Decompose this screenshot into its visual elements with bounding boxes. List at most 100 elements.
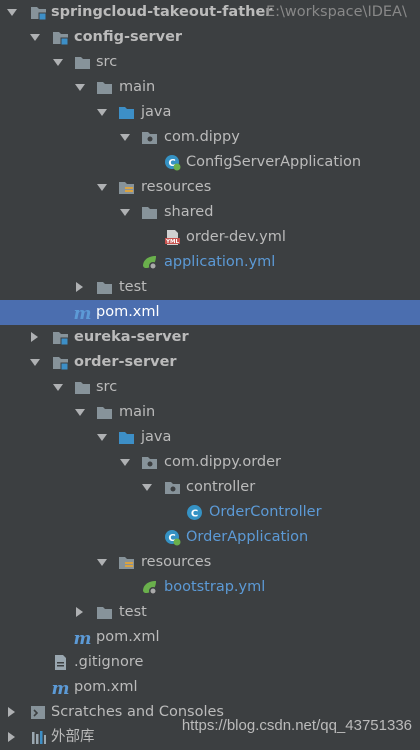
chevron-down-icon[interactable] bbox=[29, 350, 41, 375]
chevron-down-icon[interactable] bbox=[52, 375, 64, 400]
scratches-icon bbox=[30, 704, 47, 721]
package-icon bbox=[164, 479, 181, 496]
tree-node-application-yml[interactable]: application.yml bbox=[0, 250, 420, 275]
chevron-down-icon[interactable] bbox=[6, 0, 18, 25]
spring-config-file-icon bbox=[141, 579, 158, 596]
folder-icon bbox=[74, 54, 91, 71]
chevron-down-icon[interactable] bbox=[119, 200, 131, 225]
folder-label: main bbox=[119, 79, 156, 95]
maven-pom-icon bbox=[74, 304, 91, 321]
folder-icon bbox=[96, 279, 113, 296]
package-icon bbox=[141, 454, 158, 471]
package-label: com.dippy.order bbox=[164, 454, 282, 470]
file-label: application.yml bbox=[164, 254, 276, 270]
folder-icon bbox=[96, 604, 113, 621]
tree-node-eureka-server[interactable]: eureka-server bbox=[0, 325, 420, 350]
tree-node-src[interactable]: src bbox=[0, 50, 420, 75]
tree-node-main[interactable]: main bbox=[0, 75, 420, 100]
tree-node-resources[interactable]: resources bbox=[0, 175, 420, 200]
file-label: order-dev.yml bbox=[186, 229, 286, 245]
folder-label: test bbox=[119, 604, 147, 620]
root-module-label: springcloud-takeout-father bbox=[51, 4, 273, 20]
source-root-folder-icon bbox=[118, 429, 135, 446]
folder-label: src bbox=[96, 379, 118, 395]
module-folder-icon bbox=[30, 4, 47, 21]
folder-icon bbox=[96, 404, 113, 421]
class-label: OrderApplication bbox=[186, 529, 309, 545]
folder-label: resources bbox=[141, 179, 212, 195]
chevron-down-icon[interactable] bbox=[141, 475, 153, 500]
class-label: ConfigServerApplication bbox=[186, 154, 362, 170]
watermark: https://blog.csdn.net/qq_43751336 bbox=[181, 717, 412, 734]
maven-pom-icon bbox=[74, 629, 91, 646]
tree-node-resources[interactable]: resources bbox=[0, 550, 420, 575]
tree-node-order-server[interactable]: order-server bbox=[0, 350, 420, 375]
chevron-right-icon[interactable] bbox=[74, 275, 86, 300]
chevron-down-icon[interactable] bbox=[96, 100, 108, 125]
tree-node-root-pom-xml[interactable]: pom.xml bbox=[0, 675, 420, 700]
chevron-down-icon[interactable] bbox=[29, 25, 41, 50]
chevron-right-icon[interactable] bbox=[74, 600, 86, 625]
module-label: eureka-server bbox=[74, 329, 189, 345]
package-icon bbox=[141, 129, 158, 146]
class-icon bbox=[186, 504, 203, 521]
tree-node-pom-xml[interactable]: pom.xml bbox=[0, 625, 420, 650]
tree-node-bootstrap-yml[interactable]: bootstrap.yml bbox=[0, 575, 420, 600]
chevron-down-icon[interactable] bbox=[96, 550, 108, 575]
tree-node-order-controller[interactable]: OrderController bbox=[0, 500, 420, 525]
tree-node-java[interactable]: java bbox=[0, 425, 420, 450]
libraries-icon bbox=[30, 729, 47, 746]
folder-label: resources bbox=[141, 554, 212, 570]
chevron-down-icon[interactable] bbox=[119, 125, 131, 150]
folder-label: java bbox=[141, 429, 172, 445]
spring-boot-class-icon bbox=[164, 529, 181, 546]
chevron-down-icon[interactable] bbox=[119, 450, 131, 475]
tree-node-test[interactable]: test bbox=[0, 275, 420, 300]
file-label: pom.xml bbox=[96, 304, 160, 320]
maven-pom-icon bbox=[52, 679, 69, 696]
folder-icon bbox=[96, 79, 113, 96]
tree-node-config-server[interactable]: config-server bbox=[0, 25, 420, 50]
chevron-down-icon[interactable] bbox=[52, 50, 64, 75]
chevron-right-icon[interactable] bbox=[6, 700, 18, 725]
chevron-down-icon[interactable] bbox=[96, 175, 108, 200]
module-label: config-server bbox=[74, 29, 183, 45]
chevron-right-icon[interactable] bbox=[6, 725, 18, 750]
project-tree: springcloud-takeout-father E:\workspace\… bbox=[0, 0, 420, 750]
tree-node-config-server-application[interactable]: ConfigServerApplication bbox=[0, 150, 420, 175]
spring-boot-class-icon bbox=[164, 154, 181, 171]
file-label: bootstrap.yml bbox=[164, 579, 266, 595]
source-root-folder-icon bbox=[118, 104, 135, 121]
tree-node-package[interactable]: com.dippy.order bbox=[0, 450, 420, 475]
package-label: com.dippy bbox=[164, 129, 240, 145]
module-folder-icon bbox=[52, 329, 69, 346]
tree-node-controller[interactable]: controller bbox=[0, 475, 420, 500]
tree-node-order-application[interactable]: OrderApplication bbox=[0, 525, 420, 550]
folder-icon bbox=[141, 204, 158, 221]
tree-node-src[interactable]: src bbox=[0, 375, 420, 400]
tree-node-package[interactable]: com.dippy bbox=[0, 125, 420, 150]
tree-node-order-dev-yml[interactable]: order-dev.yml bbox=[0, 225, 420, 250]
chevron-down-icon[interactable] bbox=[74, 400, 86, 425]
chevron-down-icon[interactable] bbox=[74, 75, 86, 100]
root-path: E:\workspace\IDEA\ bbox=[266, 4, 407, 20]
tree-node-main[interactable]: main bbox=[0, 400, 420, 425]
module-folder-icon bbox=[52, 29, 69, 46]
tree-node-shared[interactable]: shared bbox=[0, 200, 420, 225]
folder-label: main bbox=[119, 404, 156, 420]
package-label: controller bbox=[186, 479, 256, 495]
yml-file-icon bbox=[164, 229, 181, 246]
tree-node-test[interactable]: test bbox=[0, 600, 420, 625]
chevron-right-icon[interactable] bbox=[29, 325, 41, 350]
folder-label: shared bbox=[164, 204, 214, 220]
folder-icon bbox=[74, 379, 91, 396]
tree-node-pom-xml-selected[interactable]: pom.xml bbox=[0, 300, 420, 325]
tree-node-java[interactable]: java bbox=[0, 100, 420, 125]
folder-label: java bbox=[141, 104, 172, 120]
folder-label: src bbox=[96, 54, 118, 70]
file-label: pom.xml bbox=[74, 679, 138, 695]
chevron-down-icon[interactable] bbox=[96, 425, 108, 450]
tree-node-root[interactable]: springcloud-takeout-father E:\workspace\… bbox=[0, 0, 420, 25]
tree-node-gitignore[interactable]: .gitignore bbox=[0, 650, 420, 675]
file-label: pom.xml bbox=[96, 629, 160, 645]
